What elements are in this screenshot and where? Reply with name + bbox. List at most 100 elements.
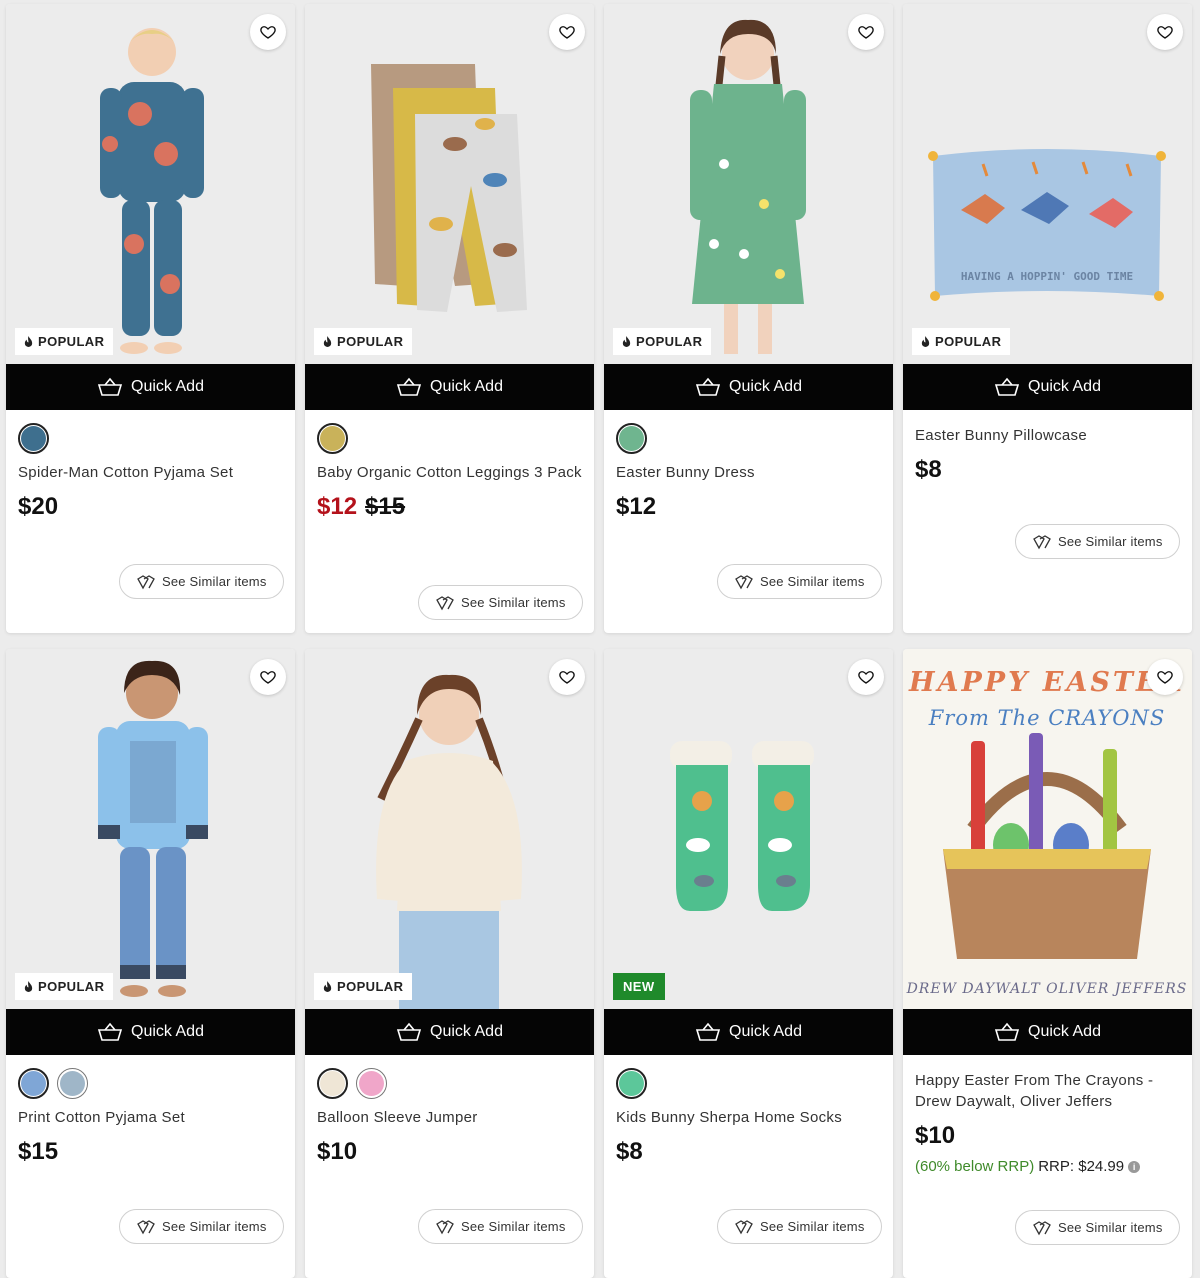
product-image[interactable]: NEW	[604, 649, 893, 1009]
see-similar-button[interactable]: See Similar items	[119, 1209, 284, 1244]
color-swatch[interactable]	[57, 1068, 88, 1099]
heart-icon	[559, 26, 575, 39]
see-similar-label: See Similar items	[162, 1219, 267, 1234]
product-card[interactable]: POPULAR Quick Add Print Cotton Pyjama Se…	[6, 649, 295, 1278]
product-name[interactable]: Happy Easter From The Crayons - Drew Day…	[915, 1070, 1180, 1112]
flame-icon	[323, 336, 332, 347]
product-card[interactable]: POPULAR Quick Add Easter Bunny Dress $12…	[604, 4, 893, 633]
wishlist-button[interactable]	[1147, 659, 1183, 695]
pillow-print-text: HAVING A HOPPIN' GOOD TIME	[961, 270, 1133, 283]
product-card[interactable]: NEW Quick Add Kids Bunny Sherpa Home Soc…	[604, 649, 893, 1278]
product-card[interactable]: POPULAR Quick Add Spider-Man Cotton Pyja…	[6, 4, 295, 633]
wishlist-button[interactable]	[549, 14, 585, 50]
swatch-fill	[21, 426, 46, 451]
new-badge: NEW	[613, 973, 665, 1000]
quick-add-label: Quick Add	[131, 378, 204, 395]
basket-icon	[97, 377, 123, 396]
heart-icon	[260, 26, 276, 39]
product-card[interactable]: HAVING A HOPPIN' GOOD TIME POPULAR Quick…	[903, 4, 1192, 633]
basket-icon	[695, 377, 721, 396]
color-swatches	[616, 1068, 881, 1099]
basket-icon	[994, 1022, 1020, 1041]
product-price: $15	[18, 1138, 59, 1165]
product-image[interactable]: POPULAR	[604, 4, 893, 364]
product-name[interactable]: Kids Bunny Sherpa Home Socks	[616, 1107, 881, 1128]
basket-icon	[97, 1022, 123, 1041]
swatch-fill	[320, 1071, 345, 1096]
heart-icon	[260, 671, 276, 684]
see-similar-label: See Similar items	[1058, 1220, 1163, 1235]
see-similar-button[interactable]: See Similar items	[119, 564, 284, 599]
see-similar-button[interactable]: See Similar items	[418, 1209, 583, 1244]
quick-add-button[interactable]: Quick Add	[305, 1009, 594, 1055]
book-authors-text: DREW DAYWALT OLIVER JEFFERS	[906, 981, 1188, 997]
color-swatch[interactable]	[317, 1068, 348, 1099]
product-name[interactable]: Balloon Sleeve Jumper	[317, 1107, 582, 1128]
flame-icon	[24, 336, 33, 347]
product-name[interactable]: Print Cotton Pyjama Set	[18, 1107, 283, 1128]
product-price: $20	[18, 493, 59, 520]
similar-icon	[137, 574, 155, 589]
quick-add-button[interactable]: Quick Add	[903, 1009, 1192, 1055]
similar-icon	[436, 595, 454, 610]
color-swatch[interactable]	[616, 1068, 647, 1099]
heart-icon	[858, 671, 874, 684]
product-image[interactable]: POPULAR	[6, 4, 295, 364]
quick-add-button[interactable]: Quick Add	[6, 1009, 295, 1055]
wishlist-button[interactable]	[1147, 14, 1183, 50]
see-similar-label: See Similar items	[760, 1219, 865, 1234]
swatch-fill	[619, 426, 644, 451]
product-card[interactable]: POPULAR Quick Add Balloon Sleeve Jumper …	[305, 649, 594, 1278]
similar-icon	[137, 1219, 155, 1234]
color-swatch[interactable]	[317, 423, 348, 454]
info-icon[interactable]: i	[1128, 1160, 1141, 1173]
quick-add-button[interactable]: Quick Add	[604, 1009, 893, 1055]
wishlist-button[interactable]	[848, 14, 884, 50]
color-swatches	[18, 1068, 283, 1099]
wishlist-button[interactable]	[250, 14, 286, 50]
color-swatch[interactable]	[18, 1068, 49, 1099]
basket-icon	[695, 1022, 721, 1041]
quick-add-button[interactable]: Quick Add	[305, 364, 594, 410]
product-image[interactable]: HAPPY EASTER From The CRAYONS DREW DAYWA…	[903, 649, 1192, 1009]
quick-add-label: Quick Add	[131, 1023, 204, 1040]
badge-label: POPULAR	[337, 979, 404, 994]
see-similar-button[interactable]: See Similar items	[1015, 1210, 1180, 1245]
see-similar-label: See Similar items	[461, 595, 566, 610]
product-card[interactable]: HAPPY EASTER From The CRAYONS DREW DAYWA…	[903, 649, 1192, 1278]
product-name[interactable]: Baby Organic Cotton Leggings 3 Pack	[317, 462, 582, 483]
wishlist-button[interactable]	[848, 659, 884, 695]
see-similar-button[interactable]: See Similar items	[1015, 524, 1180, 559]
product-image[interactable]: POPULAR	[6, 649, 295, 1009]
rrp-discount: (60% below RRP)	[915, 1158, 1035, 1175]
product-image[interactable]: POPULAR	[305, 649, 594, 1009]
swatch-fill	[21, 1071, 46, 1096]
color-swatches	[616, 423, 881, 454]
product-name[interactable]: Easter Bunny Pillowcase	[915, 425, 1180, 446]
wishlist-button[interactable]	[250, 659, 286, 695]
wishlist-button[interactable]	[549, 659, 585, 695]
color-swatch[interactable]	[356, 1068, 387, 1099]
see-similar-label: See Similar items	[162, 574, 267, 589]
product-price: $8	[915, 456, 942, 483]
quick-add-button[interactable]: Quick Add	[903, 364, 1192, 410]
quick-add-button[interactable]: Quick Add	[604, 364, 893, 410]
flame-icon	[323, 981, 332, 992]
color-swatch[interactable]	[18, 423, 49, 454]
product-image[interactable]: HAVING A HOPPIN' GOOD TIME POPULAR	[903, 4, 1192, 364]
flame-icon	[622, 336, 631, 347]
see-similar-button[interactable]: See Similar items	[717, 564, 882, 599]
similar-icon	[735, 1219, 753, 1234]
heart-icon	[1157, 26, 1173, 39]
product-name[interactable]: Easter Bunny Dress	[616, 462, 881, 483]
color-swatches	[18, 423, 283, 454]
product-image[interactable]: POPULAR	[305, 4, 594, 364]
quick-add-button[interactable]: Quick Add	[6, 364, 295, 410]
see-similar-button[interactable]: See Similar items	[717, 1209, 882, 1244]
badge-label: POPULAR	[935, 334, 1002, 349]
product-name[interactable]: Spider-Man Cotton Pyjama Set	[18, 462, 283, 483]
color-swatch[interactable]	[616, 423, 647, 454]
product-card[interactable]: POPULAR Quick Add Baby Organic Cotton Le…	[305, 4, 594, 633]
basket-icon	[396, 1022, 422, 1041]
see-similar-button[interactable]: See Similar items	[418, 585, 583, 620]
